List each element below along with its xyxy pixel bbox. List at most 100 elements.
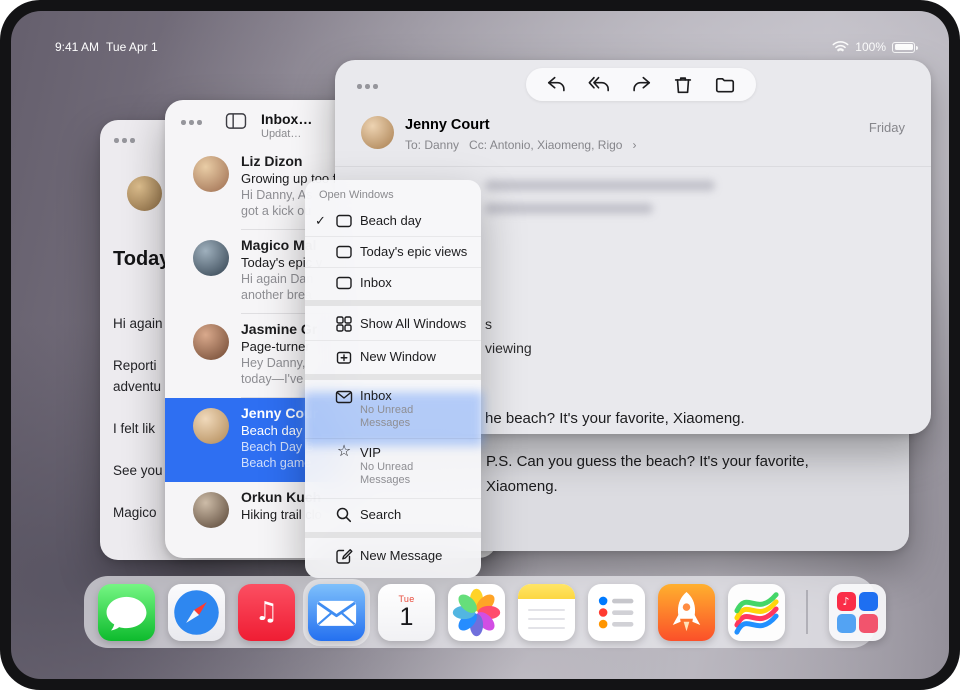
- mailbox-title: Inbox…: [261, 111, 312, 127]
- status-date: Tue Apr 1: [106, 40, 158, 54]
- menu-item-search[interactable]: Search: [305, 498, 481, 530]
- open-windows-menu: Open Windows ✓ Beach day Today's epic vi…: [305, 180, 481, 578]
- menu-item-beach-day[interactable]: ✓ Beach day: [305, 205, 481, 236]
- menu-separator: [305, 300, 481, 306]
- message-sender: Jenny Court: [405, 117, 490, 133]
- menu-item-label: Search: [360, 507, 401, 523]
- menu-separator: [305, 374, 481, 380]
- avatar: [193, 156, 229, 192]
- music-app-icon[interactable]: ♫: [238, 584, 295, 641]
- message-body-line: I felt lik: [113, 421, 155, 436]
- star-icon: ☆: [332, 445, 356, 459]
- divider: [335, 166, 931, 167]
- reply-button[interactable]: [546, 74, 568, 96]
- avatar: [193, 492, 229, 528]
- menu-item-label: New Window: [360, 349, 436, 365]
- avatar: [193, 324, 229, 360]
- message-text-fragment: viewing: [485, 340, 532, 356]
- cc-label: Cc: Antonio, Xiaomeng, Rigo: [469, 138, 622, 152]
- menu-header: Open Windows: [305, 186, 481, 205]
- window-controls-button[interactable]: [114, 138, 135, 143]
- folder-button[interactable]: [714, 74, 736, 96]
- avatar: [127, 176, 162, 211]
- menu-item-label: New Message: [360, 548, 442, 564]
- message-body-line: adventu: [113, 379, 161, 394]
- app-library-icon[interactable]: ♪: [829, 584, 886, 641]
- mail-app-icon[interactable]: [308, 584, 365, 641]
- chevron-right-icon: ›: [632, 138, 636, 152]
- notes-app-icon[interactable]: [518, 584, 575, 641]
- menu-item-sublabel: No Unread Messages: [360, 461, 456, 487]
- menu-item-todays-epic-views[interactable]: Today's epic views: [305, 236, 481, 267]
- menu-item-new-window[interactable]: New Window: [305, 340, 481, 372]
- calendar-day: 1: [400, 604, 414, 630]
- menu-item-inbox-window[interactable]: Inbox: [305, 267, 481, 298]
- message-body-line: See you: [113, 463, 163, 478]
- photos-app-icon[interactable]: [448, 584, 505, 641]
- avatar: [193, 240, 229, 276]
- mailbox-subtitle: Updat…: [261, 128, 301, 140]
- window-icon: [332, 274, 356, 292]
- message-body-line: Hi again: [113, 316, 163, 331]
- reply-all-button[interactable]: [588, 74, 610, 96]
- resize-handle[interactable]: [909, 412, 931, 434]
- messages-app-icon[interactable]: [98, 584, 155, 641]
- notes-yellow-band: [518, 584, 575, 599]
- blurred-text-line: [485, 203, 653, 214]
- menu-item-new-message[interactable]: New Message: [305, 540, 481, 572]
- reminders-app-icon[interactable]: [588, 584, 645, 641]
- message-body-line: Reporti: [113, 358, 157, 373]
- message-toolbar: [526, 68, 756, 101]
- wifi-icon: [832, 41, 849, 53]
- battery-icon: [892, 42, 915, 53]
- menu-item-label: VIP: [360, 445, 456, 461]
- message-text-fragment: s: [485, 316, 492, 332]
- library-note-glyph: ♪: [842, 595, 849, 608]
- status-bar: 9:41 AM Tue Apr 1 100%: [55, 39, 915, 55]
- message-body-line: P.S. Can you guess the beach? It's your …: [486, 453, 809, 470]
- music-note-glyph: ♫: [255, 597, 278, 627]
- menu-item-sublabel: No Unread Messages: [360, 404, 456, 430]
- dock: ♫ Tue 1: [84, 576, 876, 648]
- menu-item-show-all-windows[interactable]: Show All Windows: [305, 308, 481, 340]
- avatar: [361, 116, 394, 149]
- waves-app-icon[interactable]: [728, 584, 785, 641]
- message-title: Today: [113, 248, 170, 271]
- message-body-line: he beach? It's your favorite, Xiaomeng.: [485, 410, 745, 427]
- menu-item-label: Today's epic views: [360, 244, 467, 260]
- menu-item-label: Inbox: [360, 275, 392, 291]
- grid-icon: [332, 315, 356, 333]
- message-body-line: Xiaomeng.: [486, 478, 558, 495]
- trash-button[interactable]: [672, 74, 694, 96]
- search-icon: [332, 506, 356, 524]
- calendar-app-icon[interactable]: Tue 1: [378, 584, 435, 641]
- message-body-line: Magico: [113, 505, 157, 520]
- window-controls-button[interactable]: [357, 84, 378, 89]
- menu-item-label: Beach day: [360, 213, 421, 229]
- menu-item-vip[interactable]: ☆ VIP No Unread Messages: [305, 438, 481, 498]
- forward-button[interactable]: [630, 74, 652, 96]
- screen: 9:41 AM Tue Apr 1 100% Today Hi a: [11, 11, 949, 679]
- window-icon: [332, 243, 356, 261]
- envelope-icon: [332, 388, 356, 406]
- to-label: To: Danny: [405, 138, 459, 152]
- sidebar-toggle-icon[interactable]: [225, 112, 247, 135]
- compose-icon: [332, 547, 356, 565]
- battery-percent: 100%: [855, 40, 886, 54]
- menu-separator: [305, 532, 481, 538]
- message-date: Friday: [869, 120, 905, 135]
- ipad-frame: 9:41 AM Tue Apr 1 100% Today Hi a: [0, 0, 960, 690]
- window-controls-button[interactable]: [181, 120, 202, 125]
- menu-item-label: Inbox: [360, 388, 456, 404]
- dock-divider: [806, 590, 808, 634]
- window-icon: [332, 212, 356, 230]
- new-window-icon: [332, 348, 356, 366]
- avatar: [193, 408, 229, 444]
- message-recipients[interactable]: To: Danny Cc: Antonio, Xiaomeng, Rigo ›: [405, 138, 636, 152]
- checkmark-icon: ✓: [315, 213, 332, 229]
- blurred-text-line: [485, 180, 715, 191]
- safari-app-icon[interactable]: [168, 584, 225, 641]
- menu-item-label: Show All Windows: [360, 316, 466, 332]
- rocket-app-icon[interactable]: [658, 584, 715, 641]
- menu-item-inbox-mailbox[interactable]: Inbox No Unread Messages: [305, 382, 481, 438]
